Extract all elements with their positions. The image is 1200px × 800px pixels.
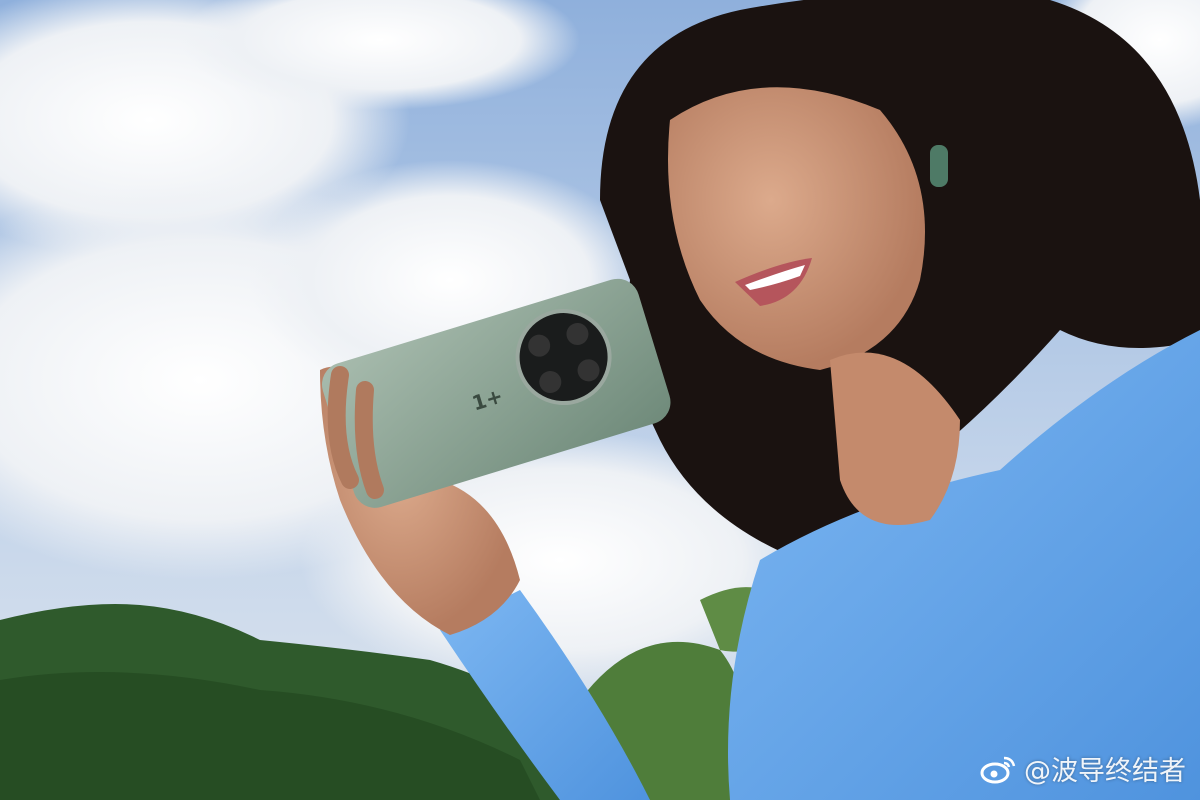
earbud xyxy=(930,145,948,187)
watermark-handle: @波导终结者 xyxy=(1024,756,1186,787)
watermark: @波导终结者 xyxy=(980,749,1186,788)
photo-scene: 1+ xyxy=(0,0,1200,800)
weibo-logo-icon xyxy=(980,756,1016,783)
fingers xyxy=(327,366,384,499)
